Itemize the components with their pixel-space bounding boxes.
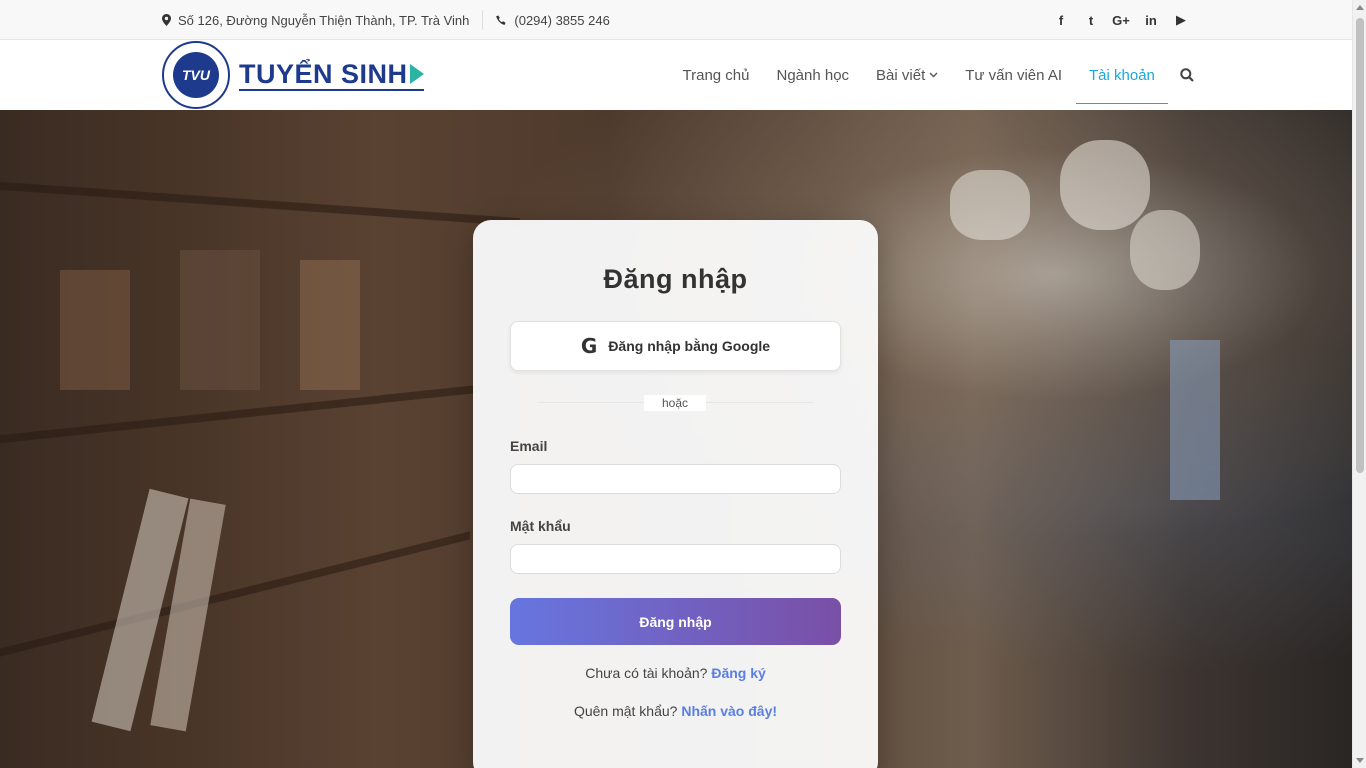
book-decoration — [300, 260, 360, 390]
forgot-password-link[interactable]: Nhấn vào đây! — [681, 703, 777, 719]
linkedin-icon[interactable]: in — [1136, 0, 1166, 40]
login-submit-button[interactable]: Đăng nhập — [510, 598, 841, 645]
contact-info: Số 126, Đường Nguyễn Thiện Thành, TP. Tr… — [162, 0, 610, 40]
google-login-label: Đăng nhập bằng Google — [608, 338, 771, 354]
book-decoration — [950, 170, 1030, 240]
google-login-button[interactable]: G Đăng nhập bằng Google — [510, 321, 841, 371]
top-info-bar: Số 126, Đường Nguyễn Thiện Thành, TP. Tr… — [0, 0, 1352, 40]
password-label: Mật khẩu — [510, 518, 571, 534]
register-prompt: Chưa có tài khoản? Đăng ký — [473, 665, 878, 681]
main-navigation: Trang chủ Ngành học Bài viết Tư vấn viên… — [669, 40, 1206, 110]
divider-label: hoặc — [644, 395, 706, 411]
address-text: Số 126, Đường Nguyễn Thiện Thành, TP. Tr… — [178, 12, 470, 28]
book-decoration — [180, 250, 260, 390]
book-decoration — [1170, 340, 1220, 500]
logo-arrow-icon — [409, 64, 424, 84]
phone-text[interactable]: (0294) 3855 246 — [514, 13, 609, 28]
map-marker-icon — [162, 14, 171, 26]
email-label: Email — [510, 438, 548, 454]
logo-text: TUYỂN SINH — [239, 59, 408, 89]
logo-wordmark: TUYỂN SINH — [239, 59, 424, 91]
book-decoration — [60, 270, 130, 390]
register-link[interactable]: Đăng ký — [711, 665, 765, 681]
shelf-decoration — [0, 181, 520, 227]
login-title: Đăng nhập — [603, 264, 748, 294]
forgot-password-prompt: Quên mật khẩu? Nhấn vào đây! — [473, 703, 878, 719]
login-card: Đăng nhập G Đăng nhập bằng Google hoặc E… — [473, 220, 878, 768]
shelf-decoration — [0, 531, 470, 657]
google-plus-icon[interactable]: G+ — [1106, 0, 1136, 40]
chevron-down-icon — [929, 72, 938, 78]
social-links: f t G+ in ▶ — [1046, 0, 1196, 40]
page-scrollbar[interactable] — [1352, 0, 1366, 768]
search-icon — [1180, 68, 1195, 82]
site-logo[interactable]: TVU TUYỂN SINH — [162, 40, 424, 110]
shelf-decoration — [0, 384, 480, 444]
twitter-icon[interactable]: t — [1076, 0, 1106, 40]
nav-home[interactable]: Trang chủ — [669, 40, 763, 110]
register-prompt-text: Chưa có tài khoản? — [585, 665, 708, 681]
book-decoration — [1130, 210, 1200, 290]
email-field[interactable] — [510, 464, 841, 494]
forgot-password-text: Quên mật khẩu? — [573, 703, 678, 719]
phone-item: (0294) 3855 246 — [496, 13, 610, 28]
main-header: TVU TUYỂN SINH Trang chủ Ngành học Bài v… — [0, 40, 1352, 110]
nav-majors[interactable]: Ngành học — [763, 40, 863, 110]
google-icon: G — [580, 334, 598, 358]
youtube-icon[interactable]: ▶ — [1166, 0, 1196, 40]
scroll-up-arrow-icon[interactable] — [1356, 5, 1364, 10]
facebook-icon[interactable]: f — [1046, 0, 1076, 40]
seal-monogram: TVU — [173, 52, 219, 98]
nav-ai-advisor[interactable]: Tư vấn viên AI — [952, 40, 1076, 110]
nav-account[interactable]: Tài khoản — [1075, 40, 1169, 110]
info-divider — [482, 10, 484, 30]
nav-posts[interactable]: Bài viết — [863, 40, 952, 110]
nav-posts-label: Bài viết — [876, 66, 926, 84]
password-field[interactable] — [510, 544, 841, 574]
book-decoration — [1060, 140, 1150, 230]
address-item: Số 126, Đường Nguyễn Thiện Thành, TP. Tr… — [162, 13, 469, 28]
scroll-down-arrow-icon[interactable] — [1356, 758, 1364, 763]
scrollbar-thumb[interactable] — [1356, 18, 1364, 473]
phone-icon — [496, 15, 506, 25]
university-seal: TVU — [162, 41, 230, 109]
search-button[interactable] — [1168, 40, 1206, 110]
